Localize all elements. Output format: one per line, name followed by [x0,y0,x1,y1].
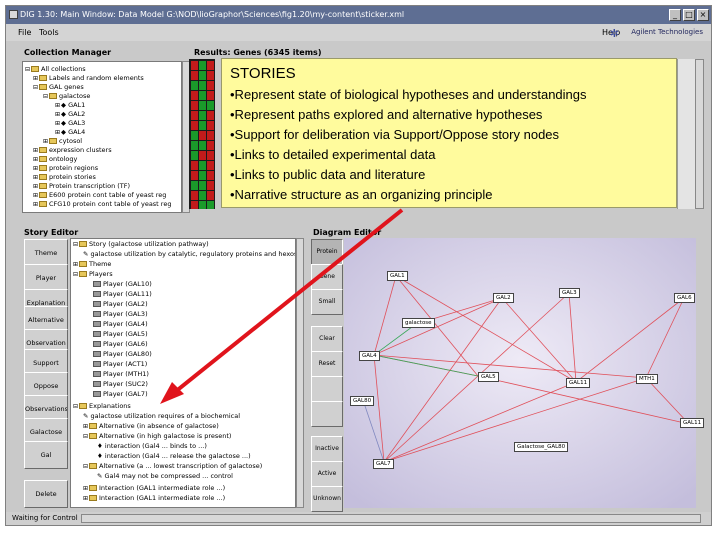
callout-arrow [160,208,404,404]
arrow-shaft [168,208,404,398]
